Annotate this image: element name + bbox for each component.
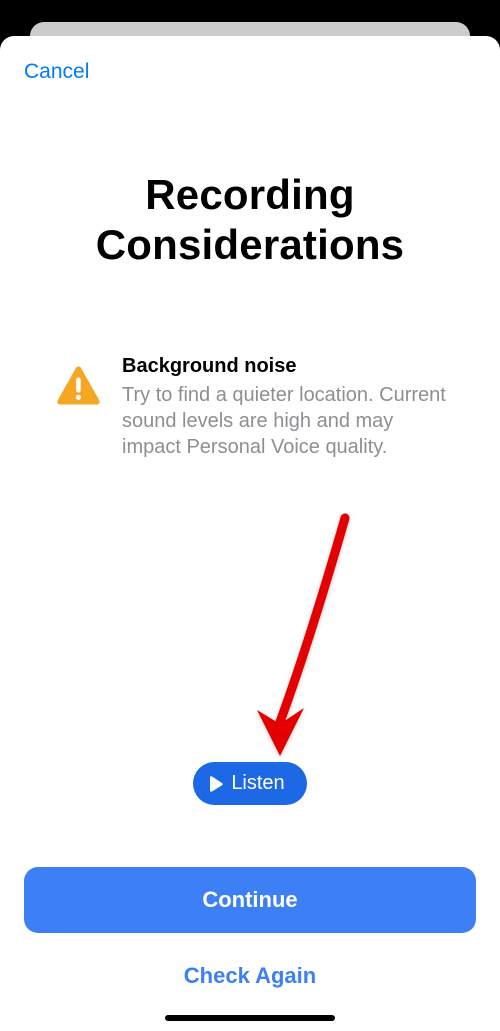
warning-triangle-icon [54,363,102,411]
play-icon [209,776,223,792]
nav-bar: Cancel [0,36,500,94]
consideration-heading: Background noise [122,355,446,378]
check-again-button[interactable]: Check Again [24,943,476,995]
listen-wrap: Listen [24,762,476,805]
modal-sheet: Cancel Recording Considerations Backgrou… [0,36,500,1031]
listen-label: Listen [231,772,284,795]
bottom-actions: Continue Check Again [0,867,500,1031]
consideration-row: Background noise Try to find a quieter l… [24,355,476,460]
content-area: Recording Considerations Background nois… [0,94,500,867]
continue-button[interactable]: Continue [24,867,476,933]
cancel-button[interactable]: Cancel [24,60,89,84]
consideration-body: Try to find a quieter location. Current … [122,382,446,460]
consideration-text: Background noise Try to find a quieter l… [122,355,446,460]
listen-button[interactable]: Listen [193,762,306,805]
home-indicator [165,1015,335,1021]
page-title: Recording Considerations [24,170,476,269]
